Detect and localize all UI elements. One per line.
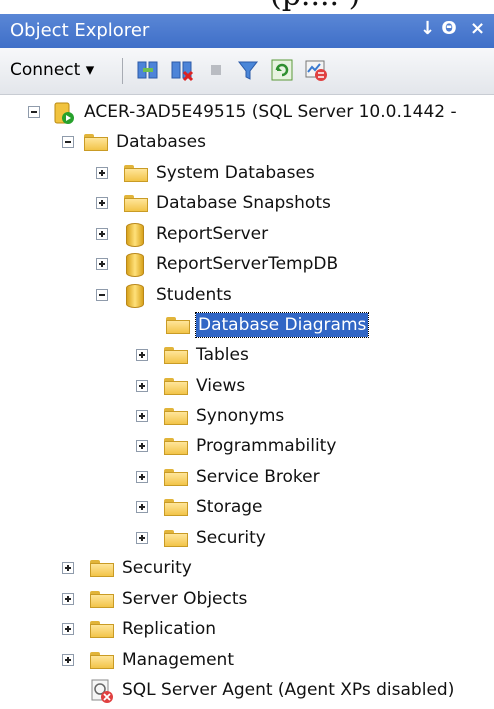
close-button[interactable]: × <box>470 18 485 39</box>
connect-button[interactable]: Connect ▼ <box>10 60 94 80</box>
window-title: Object Explorer <box>10 20 150 41</box>
collapse-toggle[interactable] <box>96 289 108 301</box>
expand-toggle[interactable] <box>136 410 148 422</box>
expand-toggle[interactable] <box>96 228 108 240</box>
sql-agent-icon <box>91 679 113 703</box>
folder-icon <box>90 621 114 638</box>
expand-toggle[interactable] <box>136 532 148 544</box>
students-label: Students <box>156 285 232 305</box>
expand-toggle[interactable] <box>136 380 148 392</box>
object-explorer-tree: ACER-3AD5E49515 (SQL Server 10.0.1442 - … <box>0 96 494 709</box>
db-security-label: Security <box>196 528 266 548</box>
expand-toggle[interactable] <box>62 562 74 574</box>
database-icon <box>126 223 144 247</box>
database-diagrams-label: Database Diagrams <box>194 312 370 338</box>
expand-toggle[interactable] <box>136 440 148 452</box>
folder-icon <box>164 530 188 547</box>
folder-icon <box>90 560 114 577</box>
stop-icon[interactable] <box>204 58 228 82</box>
system-databases-label: System Databases <box>156 163 315 183</box>
expand-toggle[interactable] <box>96 167 108 179</box>
replication-label: Replication <box>122 619 217 639</box>
security-label: Security <box>122 558 192 578</box>
folder-icon <box>84 134 108 151</box>
reportserver-label: ReportServer <box>156 224 269 244</box>
expand-toggle[interactable] <box>136 471 148 483</box>
server-objects-label: Server Objects <box>122 589 248 609</box>
filter-icon[interactable] <box>236 58 260 82</box>
database-icon <box>126 284 144 308</box>
folder-icon <box>164 438 188 455</box>
database-icon <box>126 253 144 277</box>
expand-toggle[interactable] <box>96 258 108 270</box>
expand-toggle[interactable] <box>62 654 74 666</box>
refresh-icon[interactable] <box>270 58 294 82</box>
views-label: Views <box>196 376 246 396</box>
folder-icon <box>164 408 188 425</box>
programmability-label: Programmability <box>196 436 337 456</box>
connect-label: Connect <box>10 60 81 80</box>
window-position-button[interactable]: ↓ Θ <box>420 18 457 39</box>
server-icon <box>54 102 74 124</box>
clipped-text: (p.... ) <box>270 0 360 13</box>
clipped-document-text: (p.... ) <box>0 0 494 14</box>
folder-icon <box>164 347 188 364</box>
expand-toggle[interactable] <box>136 349 148 361</box>
object-explorer-titlebar: Object Explorer ↓ Θ × <box>0 14 494 48</box>
folder-icon <box>124 195 148 212</box>
folder-icon <box>90 652 114 669</box>
chevron-down-icon: ▼ <box>85 63 95 77</box>
folder-icon <box>164 378 188 395</box>
folder-icon <box>166 317 190 334</box>
expand-toggle[interactable] <box>62 593 74 605</box>
expand-toggle[interactable] <box>136 501 148 513</box>
folder-icon <box>124 165 148 182</box>
expand-toggle[interactable] <box>62 623 74 635</box>
reportservertempdb-label: ReportServerTempDB <box>156 254 339 274</box>
toolbar: Connect ▼ <box>0 48 494 95</box>
synonyms-label: Synonyms <box>196 406 285 426</box>
server-label: ACER-3AD5E49515 (SQL Server 10.0.1442 - <box>84 102 457 122</box>
tables-label: Tables <box>196 345 249 365</box>
collapse-toggle[interactable] <box>28 106 40 118</box>
management-label: Management <box>122 650 234 670</box>
toolbar-separator <box>122 58 123 84</box>
collapse-toggle[interactable] <box>62 136 74 148</box>
disconnect-icon[interactable] <box>170 58 194 82</box>
folder-icon <box>164 469 188 486</box>
storage-label: Storage <box>196 497 263 517</box>
sql-agent-label: SQL Server Agent (Agent XPs disabled) <box>122 680 455 700</box>
connect-object-explorer-icon[interactable] <box>136 58 160 82</box>
expand-toggle[interactable] <box>96 197 108 209</box>
activity-monitor-icon[interactable] <box>304 58 328 82</box>
databases-label: Databases <box>116 132 206 152</box>
database-snapshots-label: Database Snapshots <box>156 193 331 213</box>
service-broker-label: Service Broker <box>196 467 320 487</box>
folder-icon <box>90 591 114 608</box>
folder-icon <box>164 499 188 516</box>
